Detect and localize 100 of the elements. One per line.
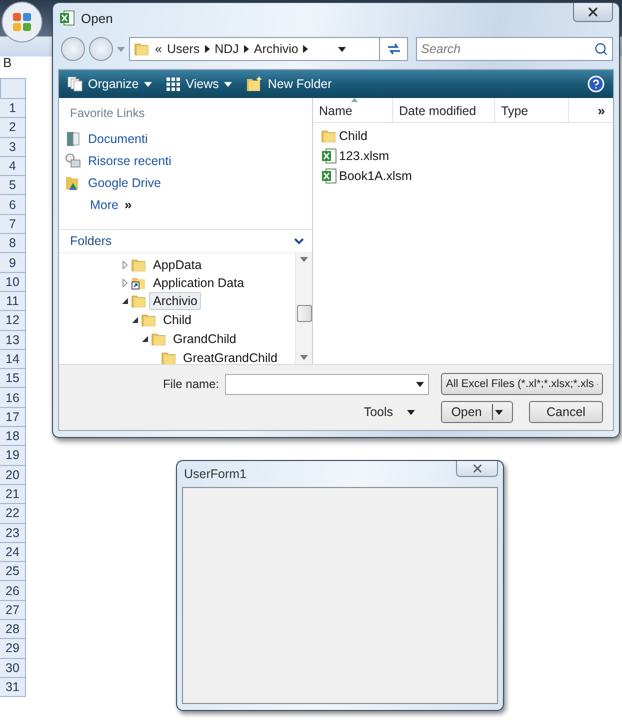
favorite-link[interactable]: Google Drive xyxy=(65,173,312,192)
row-header[interactable]: 22 xyxy=(0,504,26,524)
favorite-link[interactable]: Documenti xyxy=(65,129,312,148)
folder-tree-item[interactable]: GrandChild xyxy=(169,330,240,348)
help-icon[interactable] xyxy=(587,75,605,93)
ribbon-tab[interactable]: B xyxy=(3,55,12,70)
office-button-icon[interactable] xyxy=(0,0,44,44)
caret-icon xyxy=(224,82,232,86)
close-icon xyxy=(586,5,600,19)
favorite-link[interactable]: Risorse recenti xyxy=(65,151,312,170)
row-header[interactable]: 16 xyxy=(0,388,26,408)
caret-icon xyxy=(494,410,503,414)
tools-button[interactable]: Tools xyxy=(358,404,421,420)
window-title: Open xyxy=(81,10,114,26)
dialog-button[interactable]: Cancel xyxy=(529,401,603,423)
folder-tree-item[interactable]: GreatGrandChild xyxy=(179,348,282,364)
folder-icon xyxy=(134,41,150,57)
search-icon[interactable] xyxy=(594,42,608,56)
row-header[interactable]: 5 xyxy=(0,176,26,196)
collapse-icon[interactable] xyxy=(141,334,149,342)
folder-icon xyxy=(141,312,157,328)
collapse-icon[interactable] xyxy=(121,297,129,305)
scrollbar[interactable] xyxy=(295,253,312,364)
row-header[interactable]: 8 xyxy=(0,234,26,254)
row-header[interactable]: 13 xyxy=(0,330,26,350)
caret-icon xyxy=(144,82,152,86)
folder-tree-item[interactable]: Archivio xyxy=(149,292,202,310)
file-item[interactable]: Book1A.xlsm xyxy=(339,169,412,183)
row-header[interactable]: 20 xyxy=(0,466,26,485)
folder-tree-item[interactable]: Application Data xyxy=(149,274,248,292)
shortcut-folder-icon xyxy=(131,275,147,291)
breadcrumb-item[interactable]: Archivio xyxy=(254,42,298,56)
folder-icon xyxy=(131,257,147,273)
breadcrumb-arrow-icon xyxy=(204,45,210,53)
dialog-button[interactable]: Open xyxy=(441,401,513,423)
breadcrumb-item[interactable]: Users xyxy=(166,42,200,56)
file-type-dropdown[interactable]: All Excel Files (*.xl*;*.xlsx;*.xls xyxy=(441,373,603,395)
folder-tree-item[interactable]: Child xyxy=(159,310,196,328)
close-button[interactable] xyxy=(573,3,613,22)
row-header[interactable]: 10 xyxy=(0,272,26,292)
close-button[interactable] xyxy=(456,461,498,477)
file-item[interactable]: 123.xlsm xyxy=(339,149,390,163)
dropdown-caret-icon xyxy=(338,46,346,52)
more-chevron[interactable]: » xyxy=(124,197,132,212)
row-header[interactable]: 21 xyxy=(0,484,26,504)
row-header[interactable]: 23 xyxy=(0,524,26,543)
toolbar-button[interactable]: New Folder xyxy=(246,76,332,92)
search-field[interactable]: Search xyxy=(416,37,613,61)
row-header[interactable]: 12 xyxy=(0,311,26,331)
row-header[interactable]: 24 xyxy=(0,542,26,562)
row-header[interactable]: 11 xyxy=(0,292,26,312)
collapse-icon[interactable] xyxy=(131,316,139,324)
more-link[interactable]: More xyxy=(90,198,118,212)
row-header[interactable]: 1 xyxy=(0,99,26,118)
row-header[interactable]: 28 xyxy=(0,620,26,640)
row-header[interactable]: 19 xyxy=(0,446,26,466)
expand-icon[interactable] xyxy=(121,279,129,287)
folder-icon xyxy=(321,128,337,144)
scroll-down-icon xyxy=(300,355,308,360)
toolbar-button[interactable]: Organize xyxy=(67,76,152,92)
chevron-down-icon xyxy=(294,238,304,244)
row-header[interactable]: 25 xyxy=(0,562,26,582)
row-header[interactable]: 29 xyxy=(0,639,26,659)
caret-icon xyxy=(416,382,424,386)
expand-icon[interactable] xyxy=(121,261,129,269)
breadcrumb-arrow-icon xyxy=(244,45,249,53)
back-button[interactable] xyxy=(61,37,85,61)
breadcrumb-item[interactable]: NDJ xyxy=(214,42,239,56)
window-title: UserForm1 xyxy=(184,467,247,481)
row-header[interactable]: 15 xyxy=(0,369,26,388)
row-header[interactable]: 27 xyxy=(0,600,26,620)
address-bar[interactable]: « Users NDJ Archivio xyxy=(129,37,380,61)
row-header[interactable]: 3 xyxy=(0,138,26,157)
scrollbar-thumb[interactable] xyxy=(297,305,312,322)
clock-computer-icon xyxy=(65,152,81,168)
refresh-button[interactable] xyxy=(380,37,408,61)
row-header[interactable]: 26 xyxy=(0,581,26,601)
toolbar-button[interactable]: Views xyxy=(166,76,232,92)
close-icon xyxy=(470,462,484,475)
row-header[interactable]: 31 xyxy=(0,678,26,698)
row-header[interactable]: 4 xyxy=(0,156,26,176)
row-header[interactable]: 17 xyxy=(0,408,26,428)
file-name-field[interactable] xyxy=(225,374,429,394)
row-header[interactable]: 7 xyxy=(0,214,26,234)
folder-icon xyxy=(151,330,167,346)
refresh-arrows-icon xyxy=(386,42,402,56)
file-item[interactable]: Child xyxy=(339,129,368,143)
breadcrumb-arrow-icon xyxy=(303,45,308,53)
row-header[interactable]: 9 xyxy=(0,253,26,273)
breadcrumb-overflow[interactable]: « xyxy=(155,42,162,56)
row-header[interactable]: 6 xyxy=(0,195,26,215)
spreadsheet-file-icon xyxy=(321,168,337,184)
row-header[interactable]: 18 xyxy=(0,427,26,446)
spreadsheet-file-icon xyxy=(59,10,75,26)
row-header[interactable]: 2 xyxy=(0,118,26,138)
folder-tree-item[interactable]: AppData xyxy=(149,256,206,274)
field-label: File name: xyxy=(162,377,219,391)
forward-button[interactable] xyxy=(89,37,113,61)
row-header[interactable]: 30 xyxy=(0,658,26,678)
row-header[interactable]: 14 xyxy=(0,350,26,370)
